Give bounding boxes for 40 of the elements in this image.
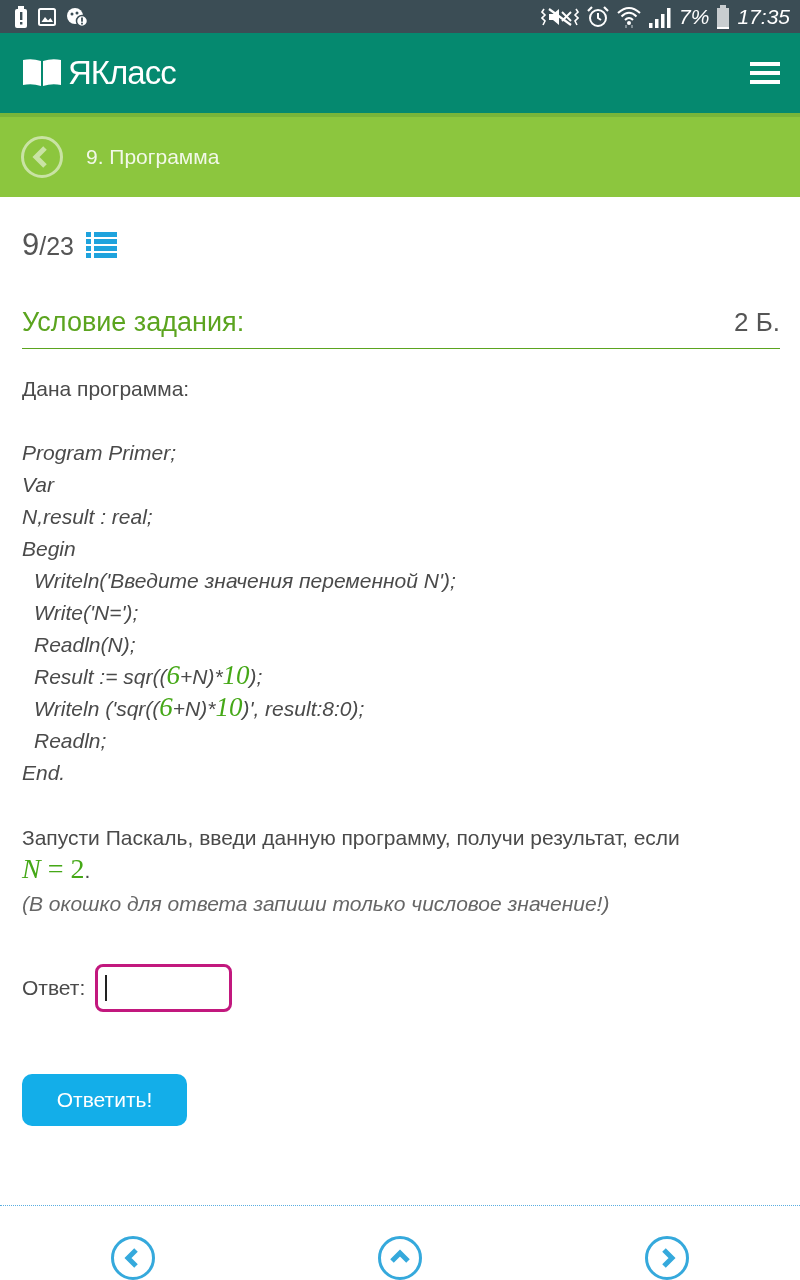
battery-alert-icon bbox=[14, 5, 28, 28]
code-line: Begin bbox=[22, 536, 76, 562]
task-points: 2 Б. bbox=[734, 306, 780, 339]
next-icon[interactable] bbox=[644, 1236, 689, 1280]
code-line: Result := sqr((6+N)*10); bbox=[34, 661, 263, 692]
answer-field[interactable] bbox=[95, 964, 233, 1012]
menu-icon[interactable] bbox=[750, 62, 780, 84]
task-intro: Дана программа: bbox=[22, 376, 190, 402]
list-icon[interactable] bbox=[86, 232, 117, 258]
code-line: Writeln('Введите значения переменной N'); bbox=[34, 568, 456, 594]
image-icon bbox=[38, 7, 56, 26]
back-icon[interactable] bbox=[21, 136, 63, 178]
alert-badge-icon bbox=[66, 6, 88, 27]
clock-time: 17:35 bbox=[737, 4, 790, 29]
text-cursor bbox=[105, 975, 108, 1001]
code-line: Var bbox=[22, 472, 54, 498]
task-note: (В окошко для ответа запиши только числовое значение!) bbox=[22, 891, 610, 917]
task-heading: Условие задания: bbox=[22, 306, 245, 339]
previous-icon[interactable] bbox=[111, 1236, 156, 1280]
code-line: Readln; bbox=[34, 728, 107, 754]
book-icon bbox=[22, 58, 62, 88]
wifi-icon bbox=[617, 5, 642, 28]
code-line: End. bbox=[22, 760, 66, 786]
code-line: Program Primer; bbox=[22, 440, 177, 466]
alarm-clock-icon bbox=[586, 4, 611, 29]
code-line: Write('N='); bbox=[34, 600, 139, 626]
code-line: N,result : real; bbox=[22, 504, 153, 530]
mute-vibrate-icon bbox=[541, 5, 580, 28]
battery-percent: 7% bbox=[679, 4, 710, 29]
signal-icon bbox=[648, 5, 673, 28]
code-line: Readln(N); bbox=[34, 632, 136, 658]
logo-text[interactable]: ЯКласс bbox=[68, 54, 176, 92]
battery-icon bbox=[716, 4, 731, 29]
task-question: Запусти Паскаль, введи данную программу, получи результат, если N = 2. bbox=[22, 825, 681, 886]
answer-label: Ответ: bbox=[22, 976, 86, 1000]
up-icon[interactable] bbox=[378, 1236, 422, 1280]
question-counter: 9/23 bbox=[22, 227, 74, 263]
topic-title: 9. Программа bbox=[86, 145, 220, 169]
submit-button[interactable]: Ответить! bbox=[22, 1074, 187, 1126]
code-line: Writeln ('sqr((6+N)*10)', result:8:0); bbox=[34, 693, 365, 724]
